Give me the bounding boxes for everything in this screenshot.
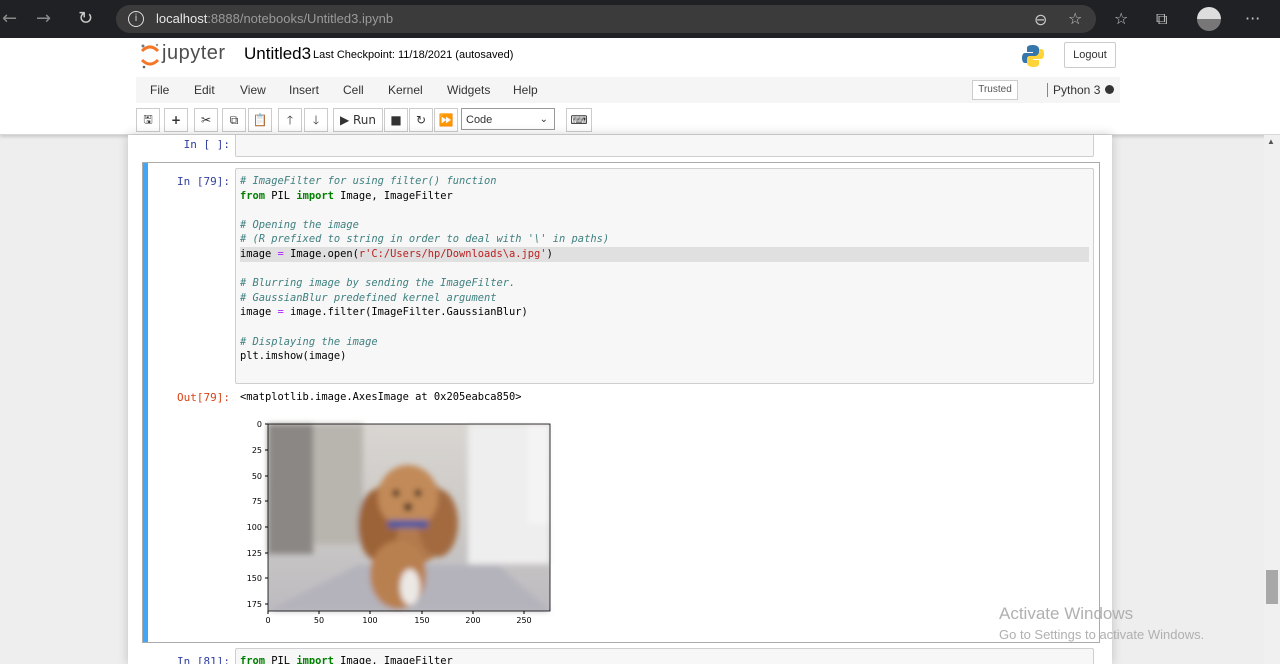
x-tick-label: 150 (414, 616, 429, 625)
menu-file[interactable]: File (150, 83, 169, 97)
prev-cell-input[interactable] (235, 135, 1094, 157)
activation-watermark-subtitle: Go to Settings to activate Windows. (999, 627, 1205, 642)
y-tick-label: 75 (252, 497, 262, 506)
kernel-status-icon (1105, 85, 1114, 94)
notebook-container: In [ ]: In [79]: # ImageFilter for using… (128, 135, 1112, 664)
next-cell-code[interactable]: from PIL import Image, ImageFilter (236, 649, 1093, 664)
logout-button[interactable]: Logout (1064, 42, 1116, 68)
cell-in-prompt: In [79]: (177, 175, 230, 188)
x-axis: 0 50 100 150 200 250 (265, 611, 532, 625)
menu-insert[interactable]: Insert (289, 83, 319, 97)
menu-bar: File Edit View Insert Cell Kernel Widget… (136, 77, 1120, 103)
plot-image (268, 424, 550, 611)
x-tick-label: 250 (516, 616, 531, 625)
more-menu-icon[interactable]: ··· (1245, 9, 1260, 28)
checkpoint-status: Last Checkpoint: 11/18/2021 (autosaved) (313, 49, 514, 61)
activation-watermark-title: Activate Windows (999, 604, 1134, 623)
prev-cell-prompt: In [ ]: (183, 138, 230, 151)
zoom-out-icon[interactable]: ⊖ (1034, 10, 1047, 29)
move-down-icon[interactable]: 🡓 (304, 108, 328, 132)
profile-avatar[interactable] (1197, 7, 1221, 31)
site-info-icon[interactable]: i (128, 11, 144, 27)
menu-view[interactable]: View (240, 83, 266, 97)
reload-icon[interactable]: ↻ (78, 8, 93, 29)
back-icon[interactable]: ← (2, 8, 17, 29)
menu-help[interactable]: Help (513, 83, 538, 97)
stop-icon[interactable]: ■ (384, 108, 408, 132)
next-cell-input[interactable]: from PIL import Image, ImageFilter (235, 648, 1094, 664)
jupyter-logo-icon[interactable] (140, 42, 160, 70)
forward-icon[interactable]: → (36, 8, 51, 29)
output-plot: 0 25 50 75 100 125 150 175 0 50 100 150 … (247, 420, 551, 625)
cell-type-select[interactable]: Code ⌄ (461, 108, 555, 130)
x-tick-label: 0 (265, 616, 270, 625)
copy-icon[interactable]: ⧉ (222, 108, 246, 132)
jupyter-logo-text[interactable]: jupyter (162, 42, 226, 65)
collections-icon[interactable]: ⧉ (1156, 9, 1167, 29)
jupyter-header: jupyter Untitled3 Last Checkpoint: 11/18… (0, 38, 1280, 135)
y-tick-label: 50 (252, 472, 262, 481)
menu-kernel[interactable]: Kernel (388, 83, 423, 97)
save-icon[interactable]: 🖫 (136, 108, 160, 132)
y-tick-label: 150 (247, 574, 262, 583)
move-up-icon[interactable]: 🡑 (278, 108, 302, 132)
browser-toolbar: ← → ↻ i localhost:8888/notebooks/Untitle… (0, 0, 1280, 38)
y-tick-label: 125 (247, 549, 262, 558)
output-text: <matplotlib.image.AxesImage at 0x205eabc… (240, 391, 522, 403)
y-tick-label: 0 (257, 420, 262, 429)
x-tick-label: 100 (362, 616, 377, 625)
notebook-title[interactable]: Untitled3 (244, 44, 311, 64)
code-text[interactable]: # ImageFilter for using filter() functio… (236, 169, 1093, 369)
run-all-icon[interactable]: ⏩ (434, 108, 458, 132)
y-tick-label: 100 (247, 523, 262, 532)
address-bar[interactable]: i localhost:8888/notebooks/Untitled3.ipy… (116, 5, 1096, 33)
python-logo-icon (1022, 45, 1044, 67)
insert-cell-icon[interactable]: + (164, 108, 188, 132)
kernel-name[interactable]: Python 3 (1047, 83, 1100, 97)
y-tick-label: 25 (252, 446, 262, 455)
x-tick-label: 50 (314, 616, 324, 625)
menu-widgets[interactable]: Widgets (447, 83, 490, 97)
x-tick-label: 200 (465, 616, 480, 625)
menu-edit[interactable]: Edit (194, 83, 215, 97)
scrollbar-thumb[interactable] (1266, 570, 1278, 604)
y-axis: 0 25 50 75 100 125 150 175 (247, 420, 268, 609)
next-cell-prompt: In [81]: (177, 655, 230, 664)
keyboard-icon[interactable]: ⌨ (566, 108, 592, 132)
paste-icon[interactable]: 📋 (248, 108, 272, 132)
cell-out-prompt: Out[79]: (177, 391, 230, 404)
address-url[interactable]: localhost:8888/notebooks/Untitled3.ipynb (156, 11, 393, 26)
menu-cell[interactable]: Cell (343, 83, 364, 97)
trusted-indicator[interactable]: Trusted (972, 80, 1018, 100)
cut-icon[interactable]: ✂ (194, 108, 218, 132)
code-input[interactable]: # ImageFilter for using filter() functio… (235, 168, 1094, 384)
scroll-up-icon[interactable]: ▲ (1267, 137, 1275, 146)
restart-icon[interactable]: ↻ (409, 108, 433, 132)
run-button[interactable]: ▶ Run (333, 108, 383, 132)
favorite-add-icon[interactable]: ☆ (1068, 9, 1082, 28)
y-tick-label: 175 (247, 600, 262, 609)
favorites-icon[interactable]: ☆ (1114, 9, 1128, 28)
